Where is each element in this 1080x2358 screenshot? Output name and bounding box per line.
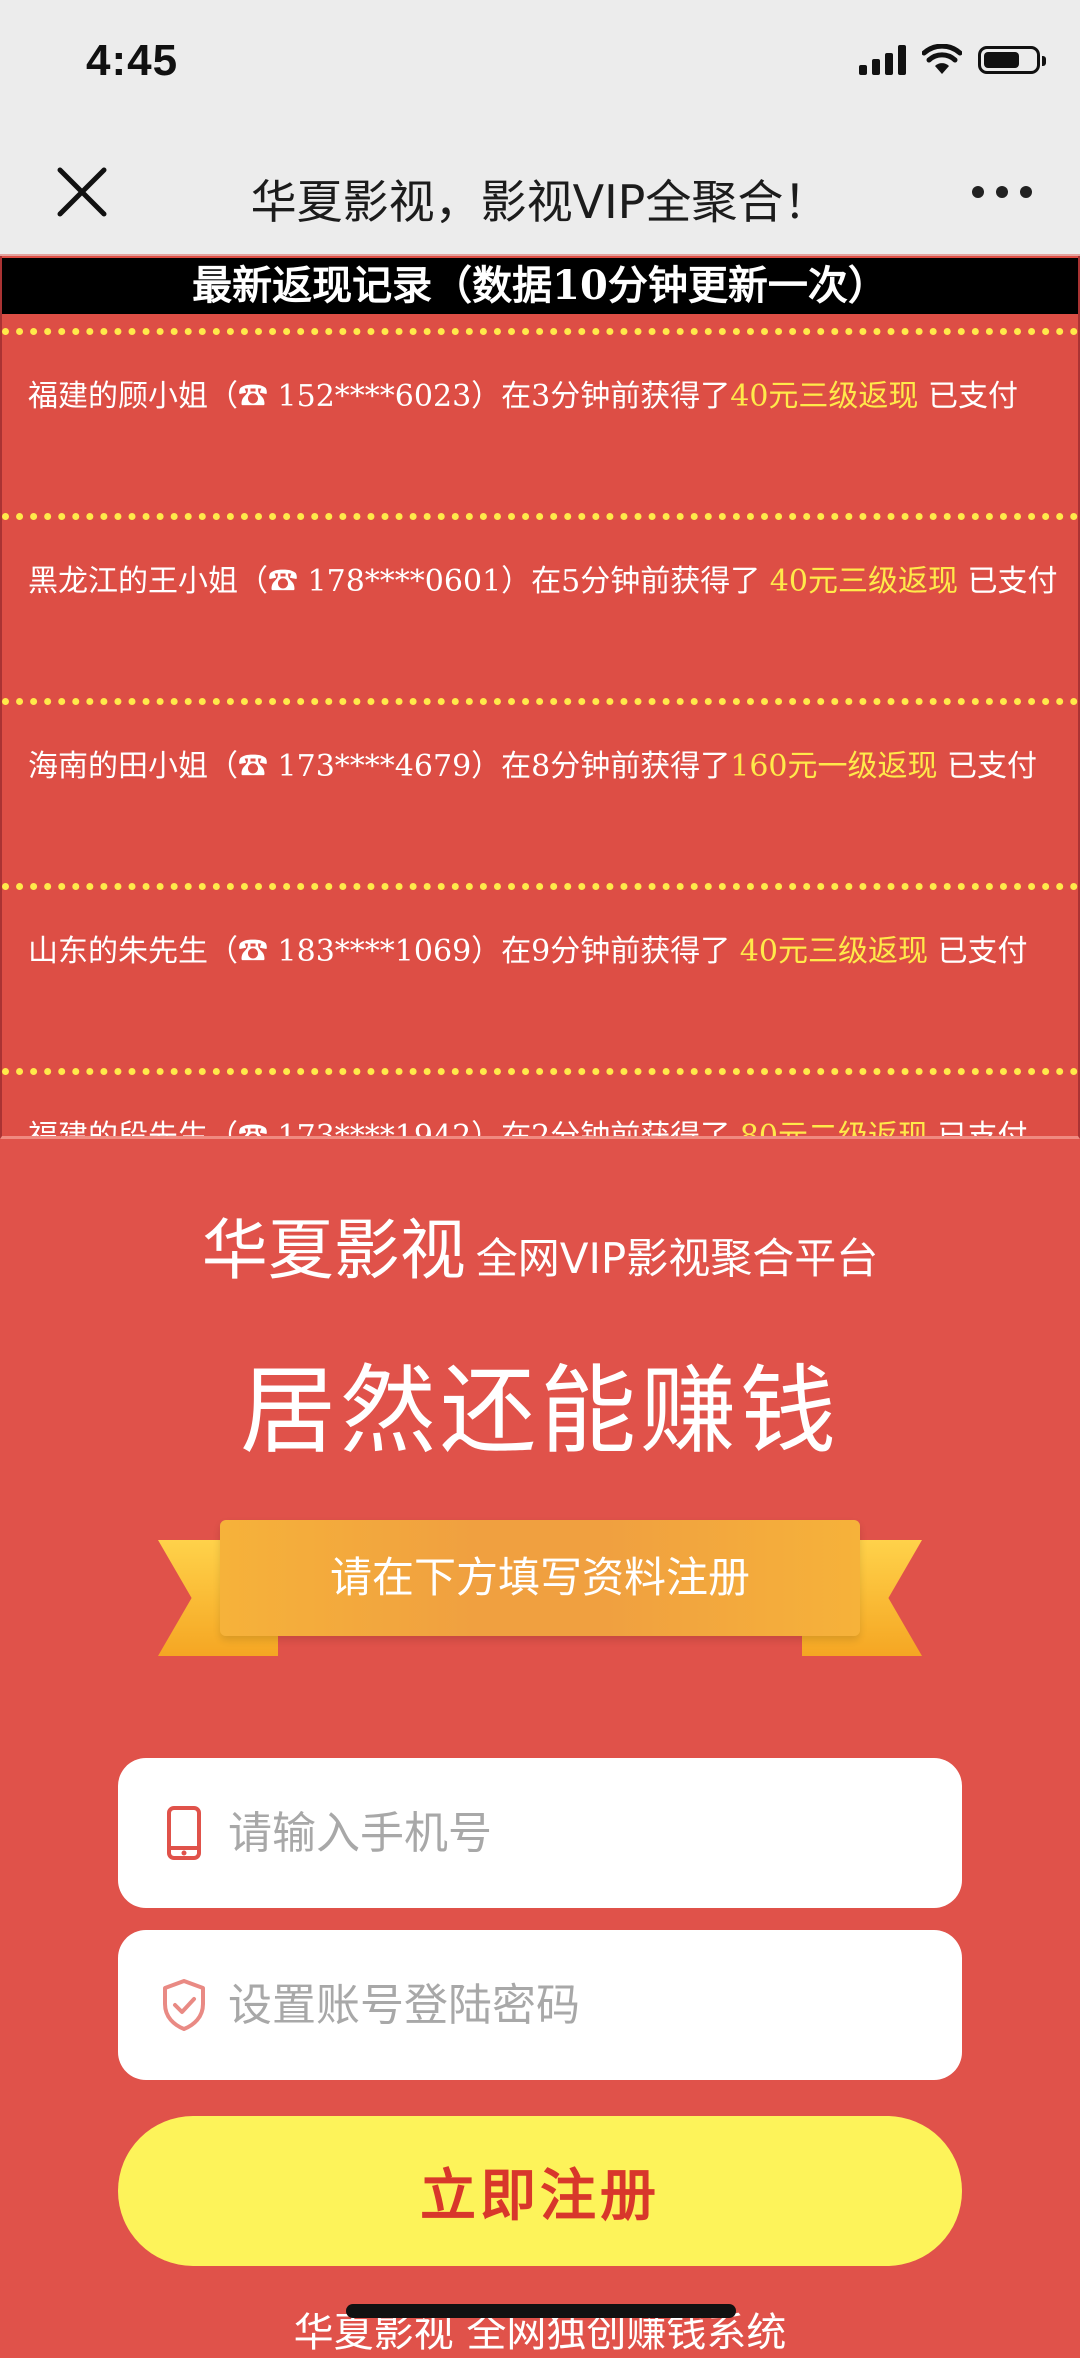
promo-headline: 居然还能赚钱 bbox=[240, 1355, 840, 1467]
more-dots-icon bbox=[972, 186, 984, 198]
cashback-records-panel: 最新返现记录（数据10分钟更新一次） 福建的顾小姐（☎ 152****6023）… bbox=[0, 256, 1080, 1139]
phone-icon: ☎ bbox=[238, 749, 268, 784]
status-time: 4:45 bbox=[86, 36, 179, 85]
close-icon bbox=[57, 167, 107, 217]
ribbon-banner: 请在下方填写资料注册 bbox=[158, 1520, 922, 1656]
home-indicator bbox=[346, 2304, 736, 2318]
ribbon-label: 请在下方填写资料注册 bbox=[220, 1520, 860, 1636]
nav-bar: 华夏影视，影视VIP全聚合！ bbox=[0, 130, 1080, 256]
phone-input[interactable] bbox=[226, 1806, 962, 1860]
list-item: 海南的田小姐（☎ 173****4679）在8分钟前获得了160元一级返现 已支… bbox=[2, 698, 1078, 869]
register-form: 立即注册 bbox=[0, 1758, 1080, 2266]
status-bar: 4:45 bbox=[0, 0, 1080, 130]
password-field[interactable] bbox=[118, 1930, 962, 2080]
close-button[interactable] bbox=[52, 162, 112, 222]
phone-field[interactable] bbox=[118, 1758, 962, 1908]
brand-line: 华夏影视 全网VIP影视聚合平台 bbox=[0, 1197, 1080, 1293]
records-header: 最新返现记录（数据10分钟更新一次） bbox=[2, 258, 1078, 314]
mobile-phone-icon bbox=[158, 1803, 210, 1863]
register-button[interactable]: 立即注册 bbox=[118, 2116, 962, 2266]
password-input[interactable] bbox=[226, 1978, 962, 2032]
records-list: 福建的顾小姐（☎ 152****6023）在3分钟前获得了40元三级返现 已支付… bbox=[2, 328, 1078, 1139]
cellular-signal-icon bbox=[859, 45, 906, 75]
page-title: 华夏影视，影视VIP全聚合！ bbox=[250, 175, 830, 229]
shield-icon bbox=[158, 1975, 210, 2035]
wifi-icon bbox=[922, 44, 962, 74]
more-menu-button[interactable] bbox=[972, 186, 1032, 198]
brand-name: 华夏影视 bbox=[201, 1212, 466, 1289]
list-item: 福建的段先生（☎ 173****1942）在2分钟前获得了 80元二级返现 已支… bbox=[2, 1068, 1078, 1139]
list-item: 山东的朱先生（☎ 183****1069）在9分钟前获得了 40元三级返现 已支… bbox=[2, 883, 1078, 1054]
phone-icon: ☎ bbox=[238, 934, 268, 969]
list-item: 福建的顾小姐（☎ 152****6023）在3分钟前获得了40元三级返现 已支付 bbox=[2, 328, 1078, 499]
battery-icon bbox=[978, 46, 1046, 74]
phone-icon: ☎ bbox=[238, 379, 268, 414]
brand-tagline: 全网VIP影视聚合平台 bbox=[475, 1234, 879, 1283]
status-icons bbox=[859, 44, 1046, 76]
list-item: 黑龙江的王小姐（☎ 178****0601）在5分钟前获得了 40元三级返现 已… bbox=[2, 513, 1078, 684]
phone-icon: ☎ bbox=[268, 564, 298, 599]
phone-icon: ☎ bbox=[238, 1119, 268, 1139]
